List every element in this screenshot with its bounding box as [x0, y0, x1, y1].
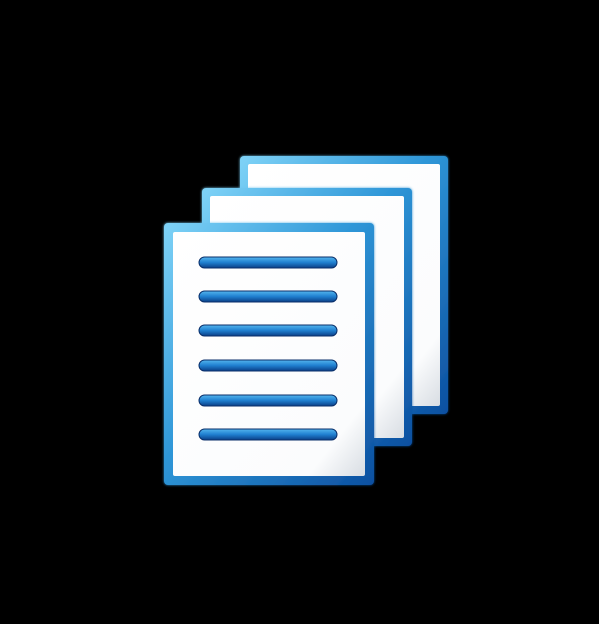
icon-canvas	[0, 0, 599, 624]
text-line	[198, 324, 338, 337]
text-line	[198, 290, 338, 303]
documents-stack-icon	[164, 156, 448, 485]
text-line	[198, 394, 338, 407]
text-line	[198, 256, 338, 269]
front-page	[164, 223, 374, 485]
text-line	[198, 428, 338, 441]
text-line	[198, 359, 338, 372]
